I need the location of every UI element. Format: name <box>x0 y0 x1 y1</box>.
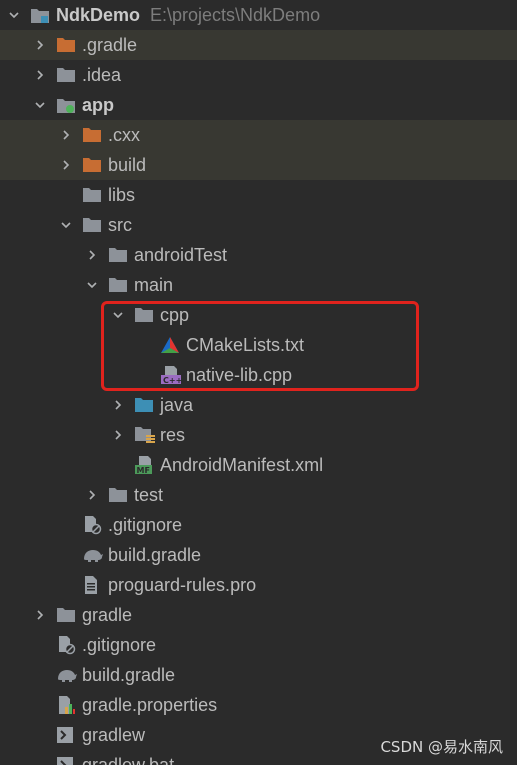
src-dir-label: src <box>108 214 132 235</box>
svg-text:MF: MF <box>137 466 150 475</box>
tree-row-root-gitignore[interactable]: .gitignore <box>0 630 517 660</box>
tree-row-libs-dir[interactable]: libs <box>0 180 517 210</box>
root-name: NdkDemo <box>56 4 141 25</box>
folder-icon <box>56 60 78 90</box>
gradle-properties-label: gradle.properties <box>82 694 218 715</box>
tree-row-test-dir[interactable]: test <box>0 480 517 510</box>
cpp-dir-label: cpp <box>160 304 190 325</box>
cxx-dir-label: .cxx <box>108 124 141 145</box>
proguard-label: proguard-rules.pro <box>108 574 257 595</box>
cmakelists-label: CMakeLists.txt <box>186 334 305 355</box>
tree-row-main-dir[interactable]: main <box>0 270 517 300</box>
app-build-gradle-label: build.gradle <box>108 544 202 565</box>
chevron-right-icon[interactable] <box>58 120 74 150</box>
tree-row-src-dir[interactable]: src <box>0 210 517 240</box>
chevron-right-icon[interactable] <box>58 150 74 180</box>
build-dir-label: build <box>108 154 147 175</box>
folder-icon <box>108 480 130 510</box>
excluded-folder-icon <box>56 30 78 60</box>
terminal-file-icon <box>56 750 78 765</box>
tree-row-gradle-properties[interactable]: gradle.properties <box>0 690 517 720</box>
tree-row-manifest[interactable]: MF AndroidManifest.xml <box>0 450 517 480</box>
app-gitignore-label: .gitignore <box>108 514 183 535</box>
gradlew-label: gradlew <box>82 724 146 745</box>
app-label: app <box>82 94 115 115</box>
project-tree: NdkDemo E:\projects\NdkDemo .gradle .ide… <box>0 0 517 765</box>
chevron-right-icon[interactable] <box>32 60 48 90</box>
resource-folder-icon <box>134 420 156 450</box>
tree-row-native-lib[interactable]: C++ native-lib.cpp <box>0 360 517 390</box>
gitignore-icon <box>56 630 78 660</box>
chevron-right-icon[interactable] <box>84 240 100 270</box>
chevron-down-icon[interactable] <box>32 90 48 120</box>
source-folder-icon <box>134 390 156 420</box>
gradle-elephant-icon <box>56 660 78 690</box>
android-test-dir-label: androidTest <box>134 244 228 265</box>
tree-row-app-gitignore[interactable]: .gitignore <box>0 510 517 540</box>
cmake-icon <box>160 330 182 360</box>
main-dir-label: main <box>134 274 174 295</box>
excluded-folder-icon <box>82 150 104 180</box>
folder-icon <box>108 240 130 270</box>
terminal-file-icon <box>56 720 78 750</box>
gradle-elephant-icon <box>82 540 104 570</box>
text-file-icon <box>82 570 104 600</box>
properties-file-icon <box>56 690 78 720</box>
manifest-file-icon: MF <box>134 450 156 480</box>
chevron-down-icon[interactable] <box>110 300 126 330</box>
tree-row-proguard[interactable]: proguard-rules.pro <box>0 570 517 600</box>
folder-icon <box>56 600 78 630</box>
gitignore-icon <box>82 510 104 540</box>
gradlew-bat-label: gradlew.bat <box>82 754 175 765</box>
native-lib-label: native-lib.cpp <box>186 364 293 385</box>
tree-row-app-build-gradle[interactable]: build.gradle <box>0 540 517 570</box>
excluded-folder-icon <box>82 120 104 150</box>
chevron-right-icon[interactable] <box>32 600 48 630</box>
tree-row-app[interactable]: app <box>0 90 517 120</box>
chevron-right-icon[interactable] <box>110 420 126 450</box>
java-dir-label: java <box>160 394 194 415</box>
tree-row-build-dir[interactable]: build <box>0 150 517 180</box>
chevron-down-icon[interactable] <box>58 210 74 240</box>
res-dir-label: res <box>160 424 186 445</box>
tree-row-root[interactable]: NdkDemo E:\projects\NdkDemo <box>0 0 517 30</box>
libs-dir-label: libs <box>108 184 136 205</box>
folder-icon <box>82 210 104 240</box>
tree-row-root-build-gradle[interactable]: build.gradle <box>0 660 517 690</box>
cpp-file-icon: C++ <box>160 360 182 390</box>
module-folder-icon <box>30 0 52 30</box>
idea-dir-label: .idea <box>82 64 122 85</box>
tree-row-gradle-dir[interactable]: .gradle <box>0 30 517 60</box>
tree-row-android-test-dir[interactable]: androidTest <box>0 240 517 270</box>
chevron-right-icon[interactable] <box>84 480 100 510</box>
svg-text:C++: C++ <box>163 376 182 385</box>
folder-icon <box>108 270 130 300</box>
manifest-label: AndroidManifest.xml <box>160 454 324 475</box>
tree-row-gradle-root-dir[interactable]: gradle <box>0 600 517 630</box>
test-dir-label: test <box>134 484 164 505</box>
watermark: CSDN @易水南风 <box>380 738 503 756</box>
chevron-down-icon[interactable] <box>6 0 22 30</box>
tree-row-res-dir[interactable]: res <box>0 420 517 450</box>
root-gitignore-label: .gitignore <box>82 634 157 655</box>
tree-row-cmakelists[interactable]: CMakeLists.txt <box>0 330 517 360</box>
tree-row-cpp-dir[interactable]: cpp <box>0 300 517 330</box>
root-build-gradle-label: build.gradle <box>82 664 176 685</box>
tree-row-java-dir[interactable]: java <box>0 390 517 420</box>
chevron-right-icon[interactable] <box>110 390 126 420</box>
tree-row-cxx-dir[interactable]: .cxx <box>0 120 517 150</box>
gradle-dir-label: .gradle <box>82 34 138 55</box>
tree-row-idea-dir[interactable]: .idea <box>0 60 517 90</box>
folder-icon <box>134 300 156 330</box>
chevron-down-icon[interactable] <box>84 270 100 300</box>
root-path: E:\projects\NdkDemo <box>150 4 321 25</box>
folder-icon <box>82 180 104 210</box>
chevron-right-icon[interactable] <box>32 30 48 60</box>
android-module-icon <box>56 90 78 120</box>
gradle-root-dir-label: gradle <box>82 604 133 625</box>
